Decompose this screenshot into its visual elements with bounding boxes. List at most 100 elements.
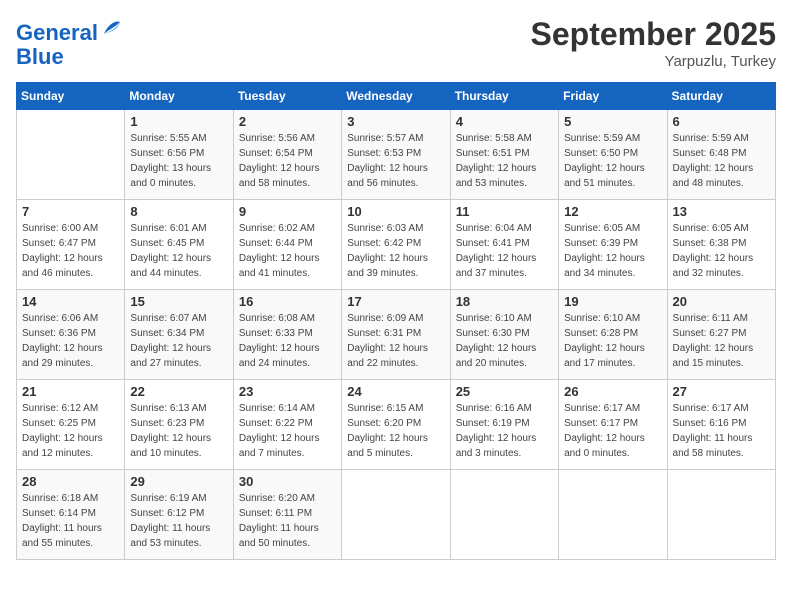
day-number: 16 [239,294,336,309]
weekday-friday: Friday [559,83,667,110]
day-info: Sunrise: 6:05 AM Sunset: 6:38 PM Dayligh… [673,221,770,281]
day-number: 8 [130,204,227,219]
day-number: 15 [130,294,227,309]
day-info: Sunrise: 6:18 AM Sunset: 6:14 PM Dayligh… [22,491,119,551]
calendar-cell: 10 Sunrise: 6:03 AM Sunset: 6:42 PM Dayli… [342,200,450,290]
calendar-cell: 5Sunrise: 5:59 AM Sunset: 6:50 PM Daylig… [559,110,667,200]
day-number: 5 [564,114,661,129]
calendar-cell [17,110,125,200]
day-info: Sunrise: 6:05 AM Sunset: 6:39 PM Dayligh… [564,221,661,281]
weekday-header-row: SundayMondayTuesdayWednesdayThursdayFrid… [17,83,776,110]
weekday-monday: Monday [125,83,233,110]
calendar-cell: 6Sunrise: 5:59 AM Sunset: 6:48 PM Daylig… [667,110,775,200]
day-number: 6 [673,114,770,129]
day-number: 21 [22,384,119,399]
day-info: Sunrise: 6:03 AM Sunset: 6:42 PM Dayligh… [347,221,444,281]
day-info: Sunrise: 6:00 AM Sunset: 6:47 PM Dayligh… [22,221,119,281]
calendar-cell: 13Sunrise: 6:05 AM Sunset: 6:38 PM Dayli… [667,200,775,290]
day-info: Sunrise: 5:57 AM Sunset: 6:53 PM Dayligh… [347,131,444,191]
calendar-cell [342,470,450,560]
day-number: 28 [22,474,119,489]
calendar-cell: 29Sunrise: 6:19 AM Sunset: 6:12 PM Dayli… [125,470,233,560]
day-info: Sunrise: 6:14 AM Sunset: 6:22 PM Dayligh… [239,401,336,461]
day-info: Sunrise: 6:10 AM Sunset: 6:30 PM Dayligh… [456,311,553,371]
day-info: Sunrise: 6:04 AM Sunset: 6:41 PM Dayligh… [456,221,553,281]
page-header: General Blue September 2025 Yarpuzlu, Tu… [16,16,776,70]
day-number: 3 [347,114,444,129]
day-info: Sunrise: 5:55 AM Sunset: 6:56 PM Dayligh… [130,131,227,191]
day-info: Sunrise: 6:10 AM Sunset: 6:28 PM Dayligh… [564,311,661,371]
calendar-cell: 14Sunrise: 6:06 AM Sunset: 6:36 PM Dayli… [17,290,125,380]
location: Yarpuzlu, Turkey [531,53,776,70]
day-info: Sunrise: 6:11 AM Sunset: 6:27 PM Dayligh… [673,311,770,371]
day-number: 1 [130,114,227,129]
day-info: Sunrise: 6:20 AM Sunset: 6:11 PM Dayligh… [239,491,336,551]
day-info: Sunrise: 5:58 AM Sunset: 6:51 PM Dayligh… [456,131,553,191]
weekday-sunday: Sunday [17,83,125,110]
calendar-cell [559,470,667,560]
day-number: 4 [456,114,553,129]
calendar-cell: 3 Sunrise: 5:57 AM Sunset: 6:53 PM Daylig… [342,110,450,200]
calendar-table: SundayMondayTuesdayWednesdayThursdayFrid… [16,82,776,560]
day-number: 2 [239,114,336,129]
day-number: 23 [239,384,336,399]
calendar-cell: 18 Sunrise: 6:10 AM Sunset: 6:30 PM Dayli… [450,290,558,380]
day-number: 25 [456,384,553,399]
calendar-cell: 22 Sunrise: 6:13 AM Sunset: 6:23 PM Dayli… [125,380,233,470]
day-info: Sunrise: 6:07 AM Sunset: 6:34 PM Dayligh… [130,311,227,371]
day-number: 20 [673,294,770,309]
week-row-3: 14Sunrise: 6:06 AM Sunset: 6:36 PM Dayli… [17,290,776,380]
day-info: Sunrise: 5:56 AM Sunset: 6:54 PM Dayligh… [239,131,336,191]
week-row-1: 1 Sunrise: 5:55 AM Sunset: 6:56 PM Daylig… [17,110,776,200]
day-number: 29 [130,474,227,489]
logo-blue: Blue [16,45,124,69]
calendar-cell: 2 Sunrise: 5:56 AM Sunset: 6:54 PM Daylig… [233,110,341,200]
calendar-cell: 27 Sunrise: 6:17 AM Sunset: 6:16 PM Dayli… [667,380,775,470]
day-info: Sunrise: 6:01 AM Sunset: 6:45 PM Dayligh… [130,221,227,281]
day-info: Sunrise: 6:13 AM Sunset: 6:23 PM Dayligh… [130,401,227,461]
day-number: 7 [22,204,119,219]
calendar-cell: 30Sunrise: 6:20 AM Sunset: 6:11 PM Dayli… [233,470,341,560]
calendar-cell: 11 Sunrise: 6:04 AM Sunset: 6:41 PM Dayli… [450,200,558,290]
week-row-4: 21Sunrise: 6:12 AM Sunset: 6:25 PM Dayli… [17,380,776,470]
title-block: September 2025 Yarpuzlu, Turkey [531,16,776,70]
day-info: Sunrise: 6:16 AM Sunset: 6:19 PM Dayligh… [456,401,553,461]
calendar-cell: 28 Sunrise: 6:18 AM Sunset: 6:14 PM Dayli… [17,470,125,560]
calendar-body: 1 Sunrise: 5:55 AM Sunset: 6:56 PM Daylig… [17,110,776,560]
weekday-thursday: Thursday [450,83,558,110]
calendar-cell: 26Sunrise: 6:17 AM Sunset: 6:17 PM Dayli… [559,380,667,470]
day-number: 18 [456,294,553,309]
calendar-cell: 12Sunrise: 6:05 AM Sunset: 6:39 PM Dayli… [559,200,667,290]
logo-text: General [16,16,124,45]
calendar-cell: 20 Sunrise: 6:11 AM Sunset: 6:27 PM Dayli… [667,290,775,380]
day-number: 22 [130,384,227,399]
calendar-cell: 23 Sunrise: 6:14 AM Sunset: 6:22 PM Dayli… [233,380,341,470]
calendar-cell: 1 Sunrise: 5:55 AM Sunset: 6:56 PM Daylig… [125,110,233,200]
day-number: 10 [347,204,444,219]
logo-general: General [16,20,98,45]
calendar-cell: 8 Sunrise: 6:01 AM Sunset: 6:45 PM Daylig… [125,200,233,290]
day-info: Sunrise: 6:17 AM Sunset: 6:17 PM Dayligh… [564,401,661,461]
day-number: 19 [564,294,661,309]
weekday-tuesday: Tuesday [233,83,341,110]
calendar-cell: 21Sunrise: 6:12 AM Sunset: 6:25 PM Dayli… [17,380,125,470]
calendar-cell [450,470,558,560]
week-row-2: 7 Sunrise: 6:00 AM Sunset: 6:47 PM Daylig… [17,200,776,290]
day-number: 14 [22,294,119,309]
calendar-cell: 25 Sunrise: 6:16 AM Sunset: 6:19 PM Dayli… [450,380,558,470]
logo: General Blue [16,16,124,69]
calendar-cell [667,470,775,560]
calendar-cell: 4 Sunrise: 5:58 AM Sunset: 6:51 PM Daylig… [450,110,558,200]
day-number: 11 [456,204,553,219]
calendar-cell: 19 Sunrise: 6:10 AM Sunset: 6:28 PM Dayli… [559,290,667,380]
day-info: Sunrise: 6:08 AM Sunset: 6:33 PM Dayligh… [239,311,336,371]
day-info: Sunrise: 6:17 AM Sunset: 6:16 PM Dayligh… [673,401,770,461]
day-info: Sunrise: 6:15 AM Sunset: 6:20 PM Dayligh… [347,401,444,461]
weekday-wednesday: Wednesday [342,83,450,110]
day-number: 27 [673,384,770,399]
calendar-cell: 16 Sunrise: 6:08 AM Sunset: 6:33 PM Dayli… [233,290,341,380]
calendar-cell: 15 Sunrise: 6:07 AM Sunset: 6:34 PM Dayli… [125,290,233,380]
logo-bird-icon [100,16,124,40]
day-info: Sunrise: 6:09 AM Sunset: 6:31 PM Dayligh… [347,311,444,371]
day-number: 17 [347,294,444,309]
